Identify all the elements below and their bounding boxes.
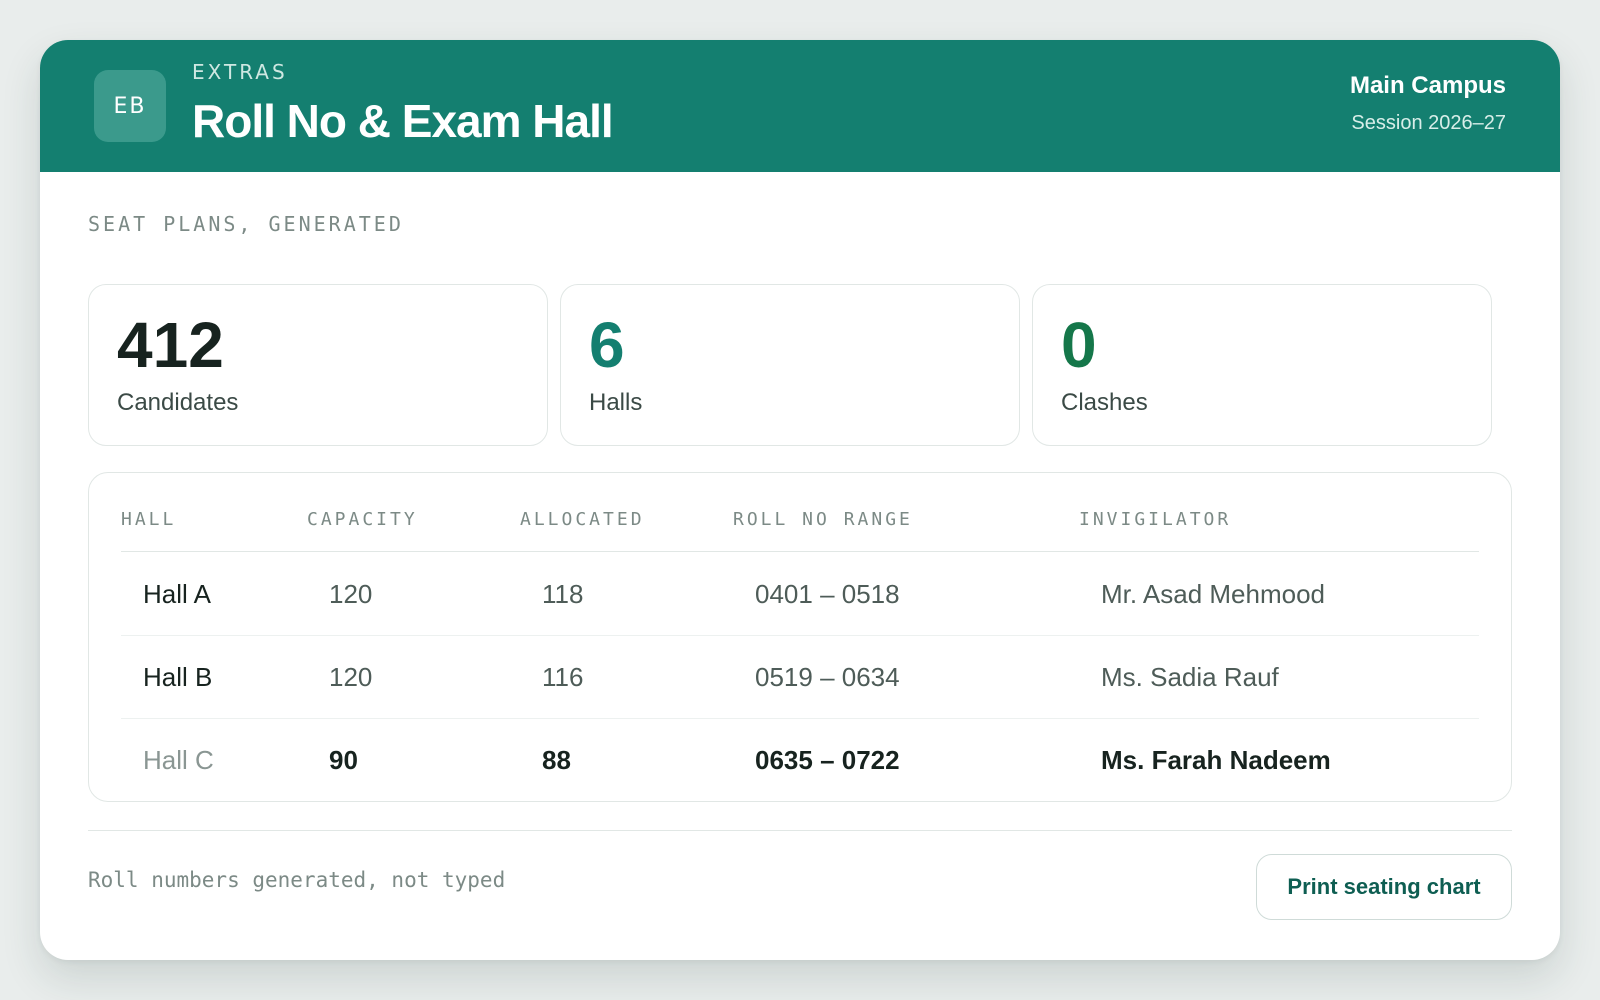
- avatar: EB: [94, 70, 166, 142]
- session-label: Session 2026–27: [1351, 112, 1506, 134]
- hall-capacity: 120: [329, 662, 373, 692]
- hall-capacity: 90: [329, 745, 358, 775]
- stat-value: 0: [1061, 309, 1097, 381]
- stat-label: Candidates: [117, 389, 239, 416]
- stat-card-clashes: 0 Clashes: [1032, 284, 1492, 446]
- campus-name: Main Campus: [1349, 72, 1506, 99]
- page-title: Roll No & Exam Hall: [192, 95, 614, 147]
- footer-divider: [88, 830, 1512, 831]
- hall-allocated: 116: [542, 662, 584, 692]
- stat-value: 412: [117, 309, 224, 381]
- seat-plans-label: SEAT PLANS, GENERATED: [88, 212, 404, 236]
- hall-allocation-table: HALL CAPACITY ALLOCATED ROLL NO RANGE IN…: [88, 472, 1512, 802]
- stat-value: 6: [589, 309, 625, 381]
- hall-capacity: 120: [329, 579, 373, 609]
- table-row[interactable]: Hall A 120 118 0401 – 0518 Mr. Asad Mehm…: [121, 552, 1479, 636]
- column-header-capacity: CAPACITY: [307, 509, 418, 530]
- hall-allocated: 88: [542, 745, 571, 775]
- invigilator-name: Ms. Sadia Rauf: [1101, 662, 1279, 692]
- hall-name: Hall B: [143, 662, 213, 692]
- invigilator-name: Mr. Asad Mehmood: [1101, 579, 1325, 609]
- print-seating-chart-button[interactable]: Print seating chart: [1256, 854, 1512, 920]
- column-header-invigilator: INVIGILATOR: [1079, 509, 1232, 530]
- column-header-hall: HALL: [121, 509, 177, 530]
- stat-label: Halls: [589, 389, 643, 416]
- hall-name: Hall A: [143, 579, 211, 609]
- column-header-roll-range: ROLL NO RANGE: [733, 509, 913, 530]
- stat-card-halls: 6 Halls: [560, 284, 1020, 446]
- roll-no-range: 0519 – 0634: [755, 662, 900, 692]
- roll-no-range: 0401 – 0518: [755, 579, 900, 609]
- section-eyebrow: EXTRAS: [192, 60, 288, 84]
- exam-hall-card: EB EXTRAS Roll No & Exam Hall Main Campu…: [40, 40, 1560, 960]
- invigilator-name: Ms. Farah Nadeem: [1101, 745, 1331, 775]
- roll-no-range: 0635 – 0722: [755, 745, 900, 775]
- stat-card-candidates: 412 Candidates: [88, 284, 548, 446]
- header-bar: EB EXTRAS Roll No & Exam Hall Main Campu…: [40, 40, 1560, 172]
- table-row[interactable]: Hall B 120 116 0519 – 0634 Ms. Sadia Rau…: [121, 635, 1479, 719]
- hall-name: Hall C: [143, 745, 214, 775]
- column-header-allocated: ALLOCATED: [520, 509, 645, 530]
- hall-allocated: 118: [542, 579, 584, 609]
- footer-note: Roll numbers generated, not typed: [88, 868, 506, 892]
- stat-label: Clashes: [1061, 389, 1148, 416]
- table-row[interactable]: Hall C 90 88 0635 – 0722 Ms. Farah Nadee…: [121, 718, 1479, 802]
